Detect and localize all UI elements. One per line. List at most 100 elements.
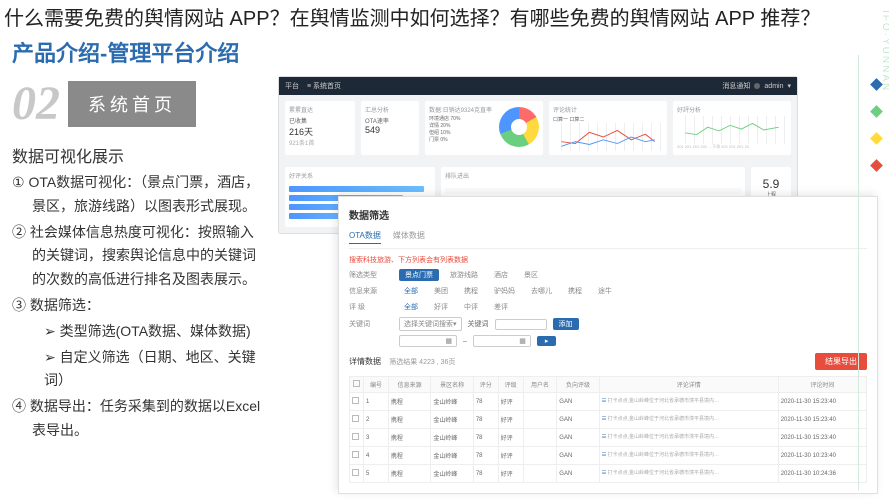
diamond-icon <box>870 159 883 172</box>
table-cell: 金山岭峰 <box>431 465 473 483</box>
filter-chip[interactable]: 全部 <box>399 301 423 313</box>
table-cell: 金山岭峰 <box>431 447 473 465</box>
filter-chip[interactable]: 去哪儿 <box>526 285 557 297</box>
table-cell: GAN <box>557 411 599 429</box>
description-title: 数据可视化展示 <box>12 143 262 167</box>
filter-chip[interactable]: 酒店 <box>489 269 513 281</box>
list-item: 类型筛选(OTA数据、媒体数据) <box>12 320 262 344</box>
filter-chip[interactable]: 携程 <box>459 285 483 297</box>
notif-label: 消息通知 <box>722 81 750 91</box>
table-header: 评分 <box>473 377 498 393</box>
tab-media[interactable]: 媒体数据 <box>393 228 425 244</box>
checkbox[interactable] <box>352 415 359 422</box>
table-cell: ☲ 打卡点点,金山岭峰位于河北省承德市滦平县境内… <box>599 447 778 465</box>
calendar-icon: ▦ <box>445 337 452 345</box>
donut-card: 数据:日销达9324克直率 环境通店 70% 详情 20% 但绍 10% 门票 … <box>425 101 543 155</box>
table-cell <box>523 429 557 447</box>
export-button[interactable]: 结果导出 <box>815 353 867 370</box>
chevron-down-icon: ▾ <box>453 320 457 328</box>
table-cell: 好评 <box>498 393 523 411</box>
table-row[interactable]: 4携程金山岭峰78好评GAN☲ 打卡点点,金山岭峰位于河北省承德市滦平县境内…2… <box>350 447 867 465</box>
keyword-select[interactable]: 选择关键词搜索▾ <box>399 317 462 331</box>
filter-chip[interactable]: 好评 <box>429 301 453 313</box>
keyword-input[interactable] <box>495 319 547 330</box>
filter-chip[interactable]: 景区 <box>519 269 543 281</box>
table-row[interactable]: 5携程金山岭峰78好评GAN☲ 打卡点点,金山岭峰位于河北省承德市滦平县境内…2… <box>350 465 867 483</box>
date-select[interactable]: ▦ <box>473 335 531 347</box>
list-item: ① OTA数据可视化：（景点门票，酒店，景区，旅游线路）以图表形式展现。 <box>12 171 262 219</box>
checkbox[interactable] <box>352 451 359 458</box>
table-row[interactable]: 3携程金山岭峰78好评GAN☲ 打卡点点,金山岭峰位于河北省承德市滦平县境内…2… <box>350 429 867 447</box>
checkbox[interactable] <box>352 433 359 440</box>
table-cell: 3 <box>364 429 389 447</box>
add-keyword-button[interactable]: 添加 <box>553 318 579 330</box>
kw-sublabel: 关键词 <box>468 319 489 329</box>
table-cell: 78 <box>473 429 498 447</box>
table-cell: 携程 <box>388 429 430 447</box>
table-cell: 78 <box>473 411 498 429</box>
table-cell: 1 <box>364 393 389 411</box>
table-cell: GAN <box>557 429 599 447</box>
filter-label: 筛选类型 <box>349 270 393 280</box>
result-table: 编号信息来源景区名称评分评级用户名负向评级评论详情评论时间 1携程金山岭峰78好… <box>349 376 867 483</box>
filter-label: 评 级 <box>349 302 393 312</box>
table-cell: 好评 <box>498 465 523 483</box>
table-cell: 好评 <box>498 447 523 465</box>
checkbox[interactable] <box>353 380 360 387</box>
filter-chip[interactable]: 携程 <box>563 285 587 297</box>
line-card: 好評分析 201 201 201 201 …于承 201 201 201 20 <box>673 101 791 155</box>
filter-chip[interactable]: 美团 <box>429 285 453 297</box>
diamond-icon <box>870 105 883 118</box>
donut-chart-icon <box>499 107 539 147</box>
filter-chip-active[interactable]: 景点门票 <box>399 269 439 281</box>
filter-panel-title: 数据筛选 <box>349 207 867 222</box>
list-item: ③ 数据筛选： <box>12 294 262 318</box>
table-cell: 金山岭峰 <box>431 429 473 447</box>
dashboard-screenshot-front: 数据筛选 OTA数据 媒体数据 搜索科技旅游、下方列表会有列表数据 筛选类型 景… <box>338 196 878 494</box>
table-header: 负向评级 <box>557 377 599 393</box>
table-cell: ☲ 打卡点点,金山岭峰位于河北省承德市滦平县境内… <box>599 465 778 483</box>
filter-chip[interactable]: 全部 <box>399 285 423 297</box>
filter-chip[interactable]: 驴妈妈 <box>489 285 520 297</box>
tab-ota[interactable]: OTA数据 <box>349 228 381 244</box>
table-cell: 好评 <box>498 429 523 447</box>
left-column: 02 系统首页 数据可视化展示 ① OTA数据可视化：（景点门票，酒店，景区，旅… <box>12 76 262 445</box>
calendar-icon: ▦ <box>519 337 526 345</box>
table-cell <box>523 465 557 483</box>
description-list: ① OTA数据可视化：（景点门票，酒店，景区，旅游线路）以图表形式展现。 ② 社… <box>12 171 262 443</box>
filter-chip[interactable]: 差评 <box>489 301 513 313</box>
list-item: 自定义筛选（日期、地区、关键词） <box>12 346 262 394</box>
nav-label: ≡ 系统首页 <box>307 81 341 91</box>
chevron-down-icon: ▾ <box>787 82 791 90</box>
result-section-label: 详情数据 <box>349 357 381 366</box>
table-header: 评级 <box>498 377 523 393</box>
table-cell: 2020-11-30 15:23:40 <box>778 393 866 411</box>
table-row[interactable]: 2携程金山岭峰78好评GAN☲ 打卡点点,金山岭峰位于河北省承德市滦平县境内…2… <box>350 411 867 429</box>
checkbox[interactable] <box>352 469 359 476</box>
table-header: 信息来源 <box>388 377 430 393</box>
table-cell: 好评 <box>498 411 523 429</box>
filter-chip[interactable]: 途牛 <box>593 285 617 297</box>
table-cell: 2 <box>364 411 389 429</box>
table-cell: GAN <box>557 465 599 483</box>
filter-chip[interactable]: 旅游线路 <box>445 269 483 281</box>
table-cell: 78 <box>473 393 498 411</box>
table-row[interactable]: 1携程金山岭峰78好评GAN☲ 打卡点点,金山岭峰位于河北省承德市滦平县境内…2… <box>350 393 867 411</box>
watermark: IFO·YUNNAN <box>880 10 889 92</box>
filter-chip[interactable]: 中评 <box>459 301 483 313</box>
diamond-icon <box>870 132 883 145</box>
user-label: admin <box>764 83 783 90</box>
page-main-title: 什么需要免费的舆情网站 APP？在舆情监测中如何选择？有哪些免费的舆情网站 AP… <box>0 0 889 34</box>
checkbox[interactable] <box>352 397 359 404</box>
table-header <box>350 377 364 393</box>
search-button[interactable]: ▸ <box>537 336 557 346</box>
list-item: ④ 数据导出：任务采集到的数据以Excel表导出。 <box>12 395 262 443</box>
date-select[interactable]: ▦ <box>399 335 457 347</box>
diamond-icon <box>870 78 883 91</box>
table-header: 景区名称 <box>431 377 473 393</box>
dashboard-header: 平台 ≡ 系统首页 消息通知 admin ▾ <box>279 77 797 95</box>
table-cell: GAN <box>557 447 599 465</box>
table-cell <box>523 411 557 429</box>
table-cell: GAN <box>557 393 599 411</box>
table-header: 评论时间 <box>778 377 866 393</box>
